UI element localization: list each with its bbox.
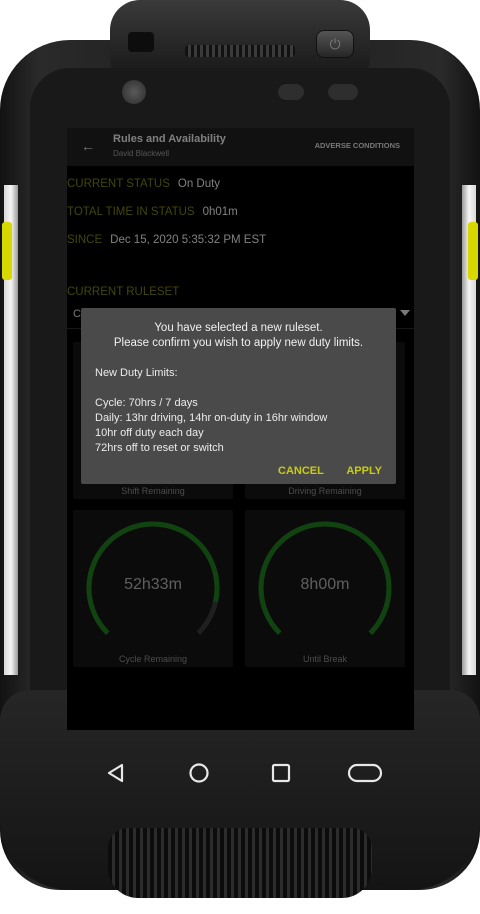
circle-home-icon[interactable] — [188, 762, 210, 789]
sensor-left — [278, 84, 304, 100]
duty-limits-title: New Duty Limits: — [95, 367, 178, 379]
top-slot — [128, 32, 154, 52]
power-button[interactable]: ⏻ — [316, 30, 354, 58]
speaker-grille-bottom — [108, 828, 372, 898]
triangle-back-icon[interactable] — [105, 762, 127, 789]
speaker-grille-top — [185, 45, 295, 57]
camera-icon — [122, 80, 146, 104]
power-icon: ⏻ — [329, 35, 341, 52]
dialog-actions: CANCEL APPLY — [260, 461, 382, 479]
cancel-button[interactable]: CANCEL — [278, 465, 324, 477]
right-scan-button[interactable] — [468, 222, 478, 280]
dialog-message-line2: Please confirm you wish to apply new dut… — [113, 337, 364, 349]
dialog-message: You have selected a new ruleset. Please … — [81, 321, 396, 351]
sensor-right — [328, 84, 358, 100]
duty-limit-item: Cycle: 70hrs / 7 days — [95, 397, 198, 409]
duty-limit-item: 72hrs off to reset or switch — [95, 442, 224, 454]
apply-button[interactable]: APPLY — [346, 465, 382, 477]
duty-limits: New Duty Limits: Cycle: 70hrs / 7 days D… — [95, 366, 327, 456]
screen: ← Rules and Availability David Blackwell… — [67, 128, 414, 730]
duty-limit-item: Daily: 13hr driving, 14hr on-duty in 16h… — [95, 412, 328, 424]
android-nav-bar — [67, 730, 414, 825]
rounded-rect-icon[interactable] — [347, 762, 383, 789]
left-scan-button[interactable] — [2, 222, 12, 280]
device-frame: ⏻ ← Rules and Availability David Blackwe… — [0, 0, 480, 914]
square-recents-icon[interactable] — [270, 762, 292, 789]
dialog-message-line1: You have selected a new ruleset. — [154, 322, 323, 334]
duty-limit-item: 10hr off duty each day — [95, 427, 204, 439]
confirm-ruleset-dialog: You have selected a new ruleset. Please … — [81, 308, 396, 484]
